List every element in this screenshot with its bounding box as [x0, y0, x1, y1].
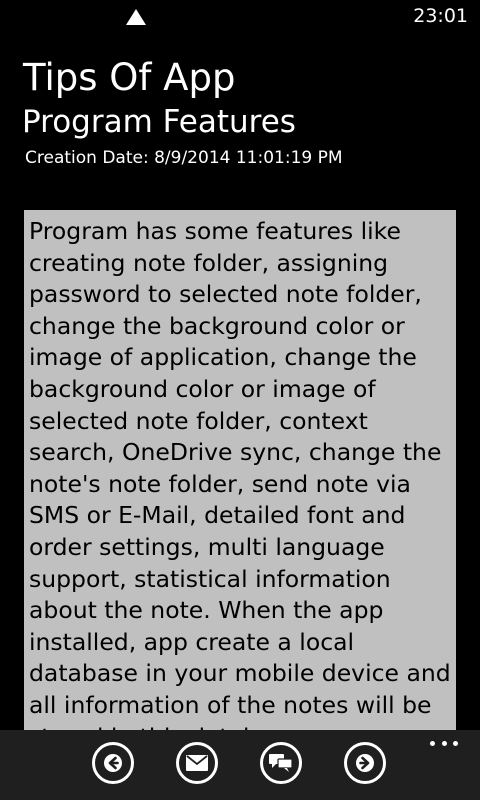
- email-button[interactable]: [176, 742, 218, 784]
- page-title: Program Features: [22, 104, 296, 140]
- status-bar: 23:01: [0, 0, 480, 32]
- signal-triangle-icon: [126, 9, 146, 25]
- ellipsis-icon[interactable]: [430, 738, 458, 748]
- previous-button[interactable]: [92, 742, 134, 784]
- status-clock: 23:01: [413, 5, 468, 27]
- sms-button[interactable]: [260, 742, 302, 784]
- arrow-right-icon: [356, 754, 374, 772]
- arrow-left-icon: [104, 754, 122, 772]
- note-body: Program has some features like creating …: [29, 217, 451, 730]
- message-icon: [269, 754, 293, 772]
- phone-screen: 23:01 Tips Of App Program Features Creat…: [0, 0, 480, 800]
- mail-icon: [186, 755, 208, 771]
- app-title: Tips Of App: [23, 56, 236, 99]
- next-button[interactable]: [344, 742, 386, 784]
- application-bar: [0, 730, 480, 800]
- note-text-box[interactable]: Program has some features like creating …: [24, 210, 456, 730]
- creation-date: Creation Date: 8/9/2014 11:01:19 PM: [25, 148, 343, 168]
